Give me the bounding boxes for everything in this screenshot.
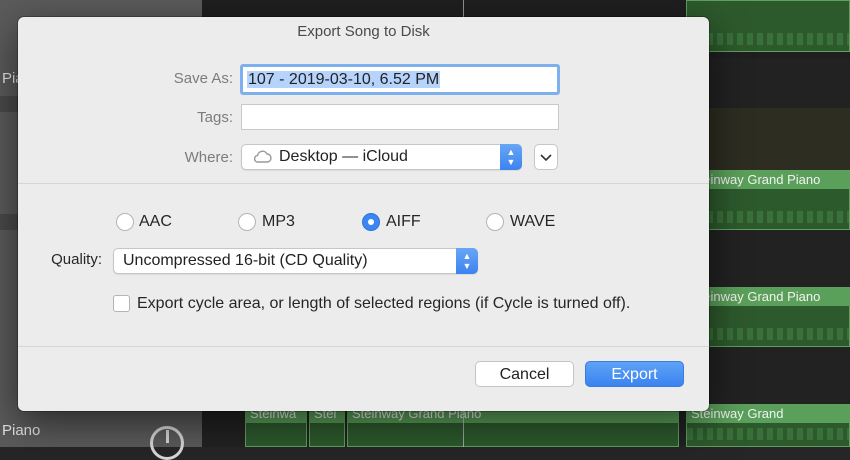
export-dialog: Export Song to Disk Save As: 107 - 2019-… [18,17,709,411]
where-popup[interactable]: Desktop — iCloud ▲ ▼ [241,144,522,170]
export-cycle-checkbox[interactable] [113,295,130,312]
aac-label[interactable]: AAC [139,213,172,231]
save-as-value: 107 - 2019-03-10, 6.52 PM [247,71,441,88]
wave-radio[interactable] [486,213,504,231]
expand-location-button[interactable] [534,144,558,170]
mp3-label[interactable]: MP3 [262,213,295,231]
quality-value: Uncompressed 16-bit (CD Quality) [123,252,368,269]
region-label: Steinway Grand Piano [687,288,849,306]
aiff-radio[interactable] [362,213,380,231]
track-name[interactable]: Piano [2,422,40,439]
midi-region[interactable]: Steinway Grand [686,404,850,447]
volume-knob[interactable] [150,426,184,460]
mp3-radio[interactable] [238,213,256,231]
midi-region[interactable]: Steinway Grand Piano [686,287,850,347]
save-as-label: Save As: [173,70,233,87]
save-as-field[interactable]: 107 - 2019-03-10, 6.52 PM [240,64,560,95]
aiff-label[interactable]: AIFF [386,213,421,231]
midi-region[interactable] [686,0,850,52]
midi-region[interactable]: Steinway Grand Piano [686,170,850,230]
cancel-button[interactable]: Cancel [475,361,574,387]
chevron-down-icon [540,154,552,162]
export-cycle-label[interactable]: Export cycle area, or length of selected… [137,295,630,313]
quality-label: Quality: [51,251,102,268]
quality-popup[interactable]: Uncompressed 16-bit (CD Quality) ▲ ▼ [113,248,478,274]
where-stepper-icon: ▲ ▼ [500,144,522,170]
where-value: Desktop — iCloud [279,148,408,165]
region-label: Steinway Grand Piano [687,171,849,189]
icloud-icon [252,150,272,168]
where-label: Where: [184,149,233,166]
tags-label: Tags: [197,109,233,126]
aac-radio[interactable] [116,213,134,231]
dialog-title: Export Song to Disk [297,23,430,40]
tags-field[interactable] [241,104,559,130]
export-button[interactable]: Export [585,361,684,387]
region-label: Steinway Grand [687,405,849,423]
divider [18,346,709,347]
quality-stepper-icon: ▲ ▼ [456,248,478,274]
wave-label[interactable]: WAVE [510,213,555,231]
divider [18,183,709,184]
